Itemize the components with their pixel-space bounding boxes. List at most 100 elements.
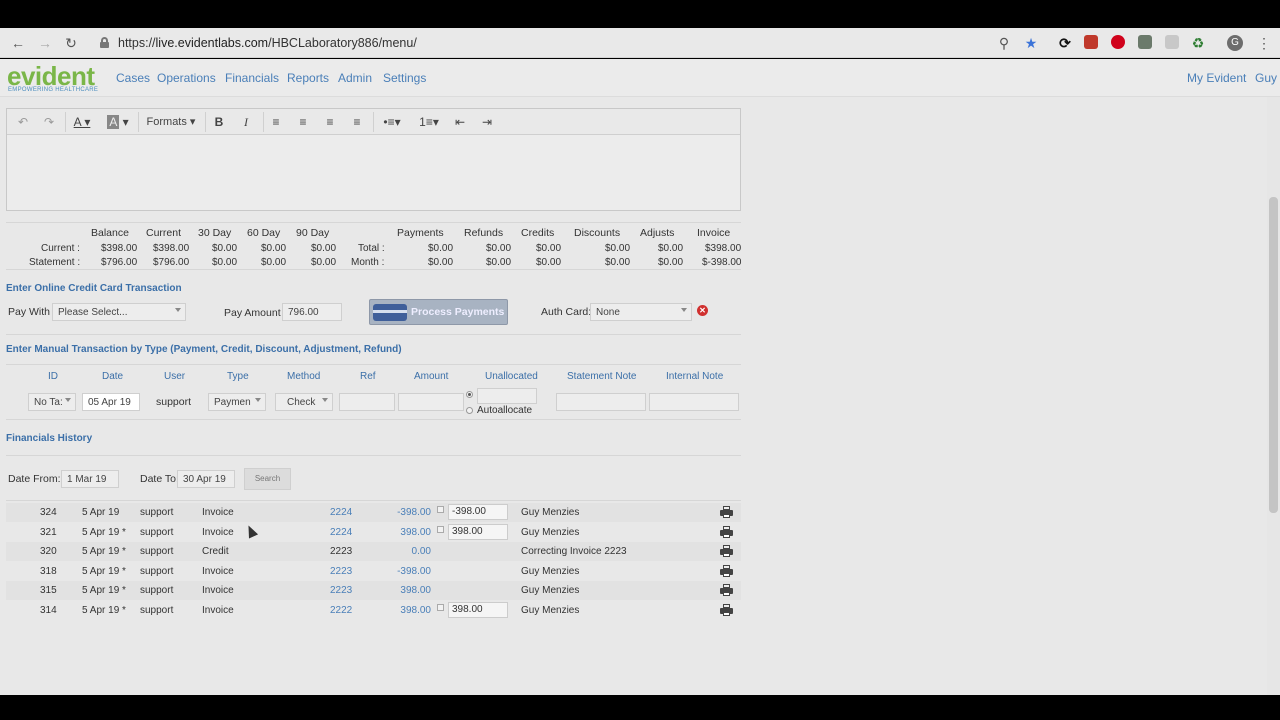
financials-history-title: Financials History [6, 433, 93, 444]
print-icon[interactable] [720, 564, 733, 577]
pdf-extension-icon[interactable] [1084, 35, 1098, 49]
transaction-type-select[interactable]: Paymen [208, 393, 266, 411]
nav-financials[interactable]: Financials [225, 71, 279, 85]
print-icon[interactable] [720, 545, 733, 558]
allocation-input[interactable]: 398.00 [448, 523, 508, 540]
summary-cell: $0.00 [428, 243, 454, 254]
forward-icon[interactable]: → [37, 35, 53, 51]
search-button[interactable]: Search [244, 468, 291, 490]
undo-icon[interactable]: ↶ [15, 114, 31, 130]
align-center-icon[interactable]: ≡ [295, 114, 311, 130]
allocate-checkbox[interactable] [437, 525, 444, 533]
back-icon[interactable]: ← [10, 35, 26, 51]
nav-reports[interactable]: Reports [287, 71, 329, 85]
payment-method-select[interactable]: Check [275, 393, 333, 411]
redo-icon[interactable]: ↷ [41, 114, 57, 130]
table-row[interactable]: 314 5 Apr 19 * support Invoice 2222 398.00 Guy… [6, 601, 741, 620]
table-row[interactable]: 324 5 Apr 19 support Invoice 2224 -398.00 Guy … [6, 503, 741, 522]
date-from-input[interactable]: 1 Mar 19 [61, 470, 119, 488]
pay-with-select[interactable]: Please Select... [52, 303, 186, 321]
unallocated-input[interactable] [477, 388, 537, 404]
scrollbar-thumb[interactable] [1269, 197, 1278, 513]
tax-select[interactable]: No Ta: [28, 393, 76, 411]
nav-user[interactable]: Guy [1255, 71, 1277, 85]
manual-allocate-radio[interactable] [466, 391, 473, 398]
auth-card-select[interactable]: None [590, 303, 692, 321]
allocate-checkbox[interactable] [437, 506, 444, 513]
align-left-icon[interactable]: ≡ [268, 114, 284, 130]
row-ref-link[interactable]: 2223 [330, 585, 352, 596]
credit-card-icon [373, 304, 407, 321]
toolbar-divider [138, 112, 139, 132]
internal-note-input[interactable] [649, 393, 739, 411]
reader-extension-icon[interactable] [1165, 35, 1179, 49]
opera-extension-icon[interactable] [1111, 35, 1125, 49]
ref-input[interactable] [339, 393, 395, 411]
background-color-icon[interactable]: A ▾ [105, 114, 131, 130]
nav-cases[interactable]: Cases [116, 71, 150, 85]
bold-icon[interactable]: B [211, 114, 227, 130]
italic-icon[interactable]: I [238, 114, 254, 130]
toolbar-divider [205, 112, 206, 132]
row-note: Guy Menzies [521, 585, 580, 597]
allocation-input[interactable]: -398.00 [448, 504, 508, 520]
browser-menu-icon[interactable]: ⋮ [1256, 35, 1272, 51]
statement-note-input[interactable] [556, 393, 646, 411]
pay-amount-input[interactable]: 796.00 [282, 303, 342, 321]
row-ref-link[interactable]: 2224 [330, 507, 352, 518]
row-amount: -398.00 [397, 565, 431, 577]
indent-icon[interactable]: ⇥ [479, 114, 495, 130]
summary-statement-link[interactable]: Statement : [29, 257, 80, 268]
transaction-date-input[interactable]: 05 Apr 19 [82, 393, 140, 411]
bullet-list-icon[interactable]: •≡▾ [379, 114, 405, 130]
amount-input[interactable] [398, 393, 464, 411]
nav-my-evident[interactable]: My Evident [1187, 71, 1246, 85]
clear-auth-card-icon[interactable]: ✕ [697, 305, 708, 316]
profile-avatar[interactable]: G [1227, 35, 1243, 51]
reload-icon[interactable]: ↻ [63, 35, 79, 51]
zoom-icon[interactable]: ⚲ [996, 35, 1012, 51]
table-row[interactable]: 321 5 Apr 19 * support Invoice 2224 398.00 Guy… [6, 523, 741, 542]
print-icon[interactable] [720, 506, 733, 518]
process-payments-button[interactable]: Process Payments [369, 299, 508, 325]
text-color-icon[interactable]: A ▾ [69, 114, 95, 130]
outdent-icon[interactable]: ⇤ [452, 114, 468, 130]
summary-cell: $796.00 [153, 257, 190, 268]
nav-operations[interactable]: Operations [157, 71, 216, 85]
align-justify-icon[interactable]: ≡ [349, 114, 365, 130]
align-right-icon[interactable]: ≡ [322, 114, 338, 130]
summary-cell: $0.00 [311, 243, 337, 254]
formats-dropdown[interactable]: Formats ▾ [143, 114, 199, 130]
sync-extension-icon[interactable]: ⟳ [1057, 35, 1073, 51]
allocation-input[interactable]: 398.00 [448, 602, 508, 618]
transaction-type-value: Paymen [214, 397, 251, 408]
summary-cell: $0.00 [536, 257, 562, 268]
summary-cell: $0.00 [261, 243, 287, 254]
print-icon[interactable] [720, 525, 733, 538]
row-date: 5 Apr 19 * [82, 526, 126, 538]
row-ref-link[interactable]: 2223 [330, 566, 352, 577]
divider [6, 419, 741, 420]
print-icon[interactable] [720, 584, 733, 597]
row-type: Invoice [202, 526, 234, 538]
bookmark-star-icon[interactable]: ★ [1023, 35, 1039, 51]
puzzle-extension-icon[interactable] [1138, 35, 1152, 49]
row-ref-link[interactable]: 2223 [330, 546, 352, 557]
toolbar-divider [65, 112, 66, 132]
print-icon[interactable] [720, 604, 733, 616]
row-ref-link[interactable]: 2222 [330, 605, 352, 616]
date-to-input[interactable]: 30 Apr 19 [177, 470, 235, 488]
numbered-list-icon[interactable]: 1≡▾ [416, 114, 442, 130]
table-row[interactable]: 320 5 Apr 19 * support Credit 2223 0.00 Correc… [6, 542, 741, 562]
recycle-extension-icon[interactable]: ♻ [1190, 35, 1206, 51]
summary-cell: $-398.00 [702, 257, 742, 268]
nav-settings[interactable]: Settings [383, 71, 426, 85]
row-amount: 398.00 [400, 585, 431, 597]
vertical-scrollbar[interactable] [1267, 97, 1280, 695]
table-row[interactable]: 315 5 Apr 19 * support Invoice 2223 398.00 Guy… [6, 581, 741, 601]
allocate-checkbox[interactable] [437, 604, 444, 611]
row-ref-link[interactable]: 2224 [330, 527, 352, 538]
autoallocate-radio[interactable] [466, 407, 473, 414]
table-row[interactable]: 318 5 Apr 19 * support Invoice 2223 -398.00 Gu… [6, 562, 741, 581]
nav-admin[interactable]: Admin [338, 71, 372, 85]
